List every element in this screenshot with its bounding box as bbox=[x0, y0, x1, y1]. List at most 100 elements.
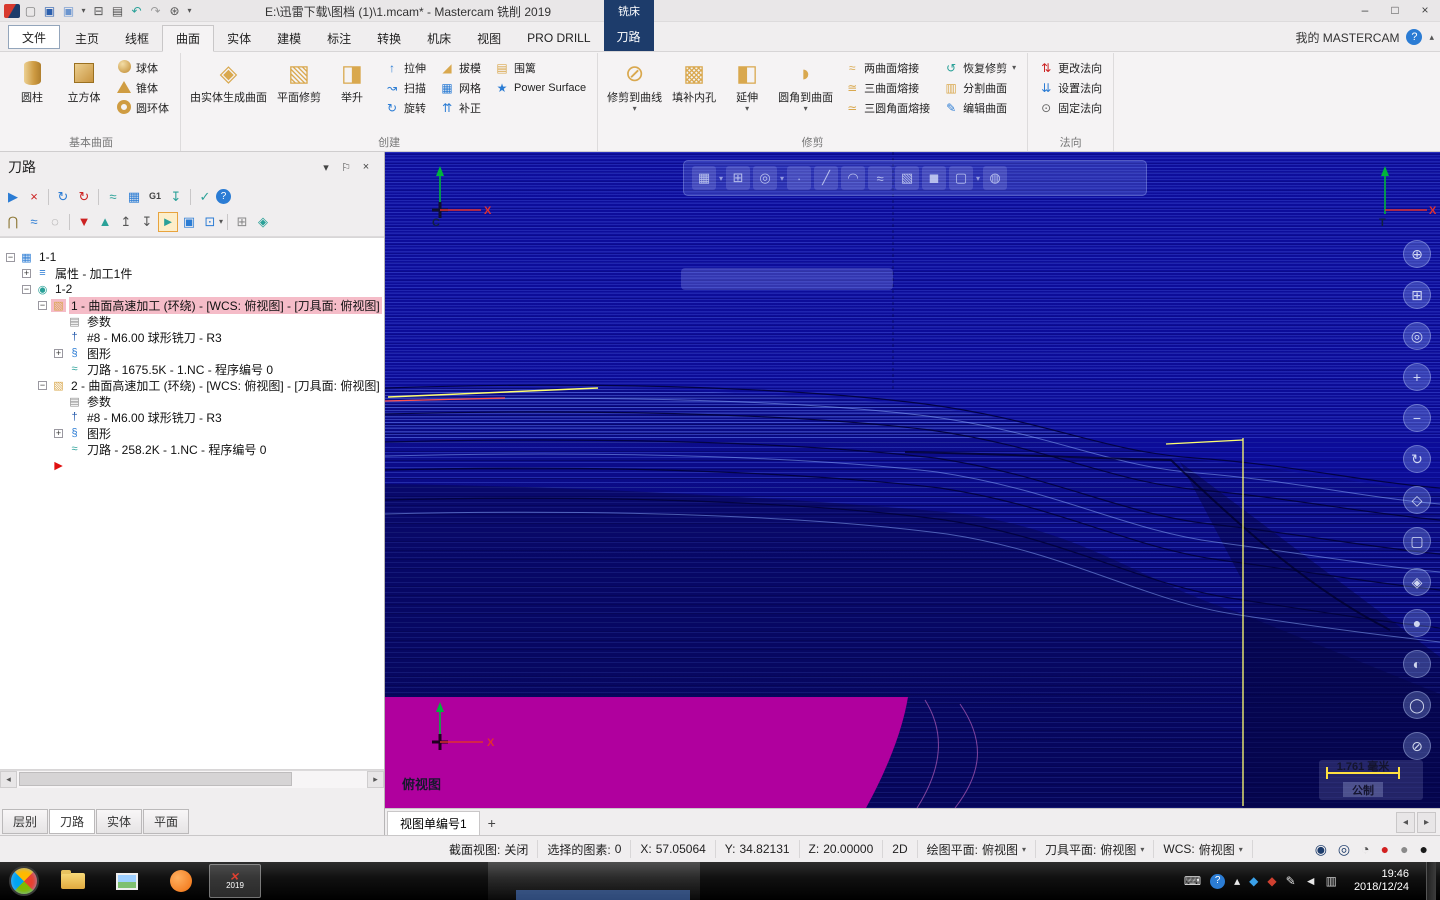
section-view-icon[interactable]: ⊘ bbox=[1403, 732, 1431, 760]
tab-solids[interactable]: 实体 bbox=[214, 25, 264, 51]
fence-button[interactable]: ▤ 围篱 bbox=[490, 58, 591, 78]
level-mask-icon[interactable]: ▢ bbox=[949, 166, 974, 190]
tree-item[interactable]: + § 图形 bbox=[0, 345, 384, 361]
tree-item[interactable]: † #8 - M6.00 球形铣刀 - R3 bbox=[0, 409, 384, 425]
tab-machine[interactable]: 机床 bbox=[414, 25, 464, 51]
sheet-prev-button[interactable]: ◂ bbox=[1396, 812, 1415, 833]
untrim-button[interactable]: ↺ 恢复修剪 ▾ bbox=[939, 58, 1021, 78]
panel-tab-solids[interactable]: 实体 bbox=[96, 809, 143, 834]
entity-select-icon[interactable]: ▦ bbox=[692, 166, 716, 190]
network-icon[interactable]: ▥ bbox=[1326, 875, 1337, 887]
tab-drafting[interactable]: 标注 bbox=[314, 25, 364, 51]
maximize-button[interactable]: □ bbox=[1380, 0, 1410, 20]
insert-position-icon[interactable]: ► bbox=[158, 211, 178, 232]
cone-button[interactable]: 锥体 bbox=[112, 78, 174, 98]
help-icon[interactable]: ? bbox=[1406, 29, 1423, 45]
toggle-toolpath-display-icon[interactable]: ≈ bbox=[24, 212, 44, 232]
planar-trim-button[interactable]: ▧ 平面修剪 bbox=[272, 53, 326, 133]
save-icon[interactable]: ▣ bbox=[41, 2, 58, 19]
plus-expander-icon[interactable]: + bbox=[22, 268, 31, 278]
move-down-icon[interactable]: ▼ bbox=[74, 212, 94, 232]
single-op-display-icon[interactable]: ⊞ bbox=[232, 212, 252, 232]
plane-mask-icon[interactable]: ⊞ bbox=[726, 166, 751, 190]
torus-button[interactable]: 圆环体 bbox=[112, 98, 174, 118]
panel-tab-planes[interactable]: 平面 bbox=[143, 809, 190, 834]
draft-button[interactable]: ◢ 拔模 bbox=[435, 58, 486, 78]
select-mode-caret-icon[interactable]: ▾ bbox=[719, 174, 723, 183]
explorer-button[interactable] bbox=[47, 864, 99, 898]
move-up-icon[interactable]: ▲ bbox=[95, 212, 115, 232]
net-button[interactable]: ▦ 网格 bbox=[435, 78, 486, 98]
lock-icon[interactable]: ⋂ bbox=[3, 212, 23, 232]
redo-icon[interactable]: ↷ bbox=[147, 2, 164, 19]
new-file-icon[interactable]: ▢ bbox=[22, 2, 39, 19]
status-selected-entities[interactable]: 选择的图素: 0 bbox=[538, 840, 632, 858]
status-mode-2d3d[interactable]: 2D bbox=[883, 840, 918, 858]
minus-expander-icon[interactable]: − bbox=[38, 300, 47, 310]
record-indicator-icon[interactable]: ● bbox=[1381, 842, 1389, 856]
tree-item[interactable]: − ▧ 1 - 曲面高速加工 (环绕) - [WCS: 俯视图] - [刀具面: 俯… bbox=[0, 296, 384, 314]
graphics-viewport[interactable]: X C X T X 1.761 毫米 公制 ▦ ▾ ⊞ ◎ ▾ ∙ ╱ ◠ ≈ … bbox=[385, 152, 1440, 808]
power-surface-button[interactable]: ★ Power Surface bbox=[490, 78, 591, 98]
panel-tab-levels[interactable]: 层别 bbox=[2, 809, 49, 834]
change-normal-button[interactable]: ⇅ 更改法向 bbox=[1034, 58, 1107, 78]
taskbar-clock[interactable]: 19:46 2018/12/24 bbox=[1346, 868, 1417, 894]
mask-caret-icon[interactable]: ▾ bbox=[780, 174, 784, 183]
sync-app-icon[interactable]: ◆ bbox=[1249, 875, 1258, 887]
point-mask-icon[interactable]: ∙ bbox=[787, 166, 812, 190]
tab-home[interactable]: 主页 bbox=[62, 25, 112, 51]
dynamic-rotate-icon[interactable]: ↻ bbox=[1403, 445, 1431, 473]
fix-normal-button[interactable]: ⊙ 固定法向 bbox=[1034, 98, 1107, 118]
customize-icon[interactable]: ⊛ bbox=[166, 2, 183, 19]
associative-display-icon[interactable]: ◈ bbox=[253, 212, 273, 232]
quick-access-menu-caret-icon[interactable]: ▾ bbox=[185, 6, 194, 15]
status-cplane[interactable]: 绘图平面: 俯视图 ▾ bbox=[918, 840, 1036, 858]
touch-keyboard-icon[interactable]: ⌨ bbox=[1184, 875, 1201, 887]
account-label[interactable]: 我的 MASTERCAM bbox=[1295, 29, 1399, 46]
scroll-left-button[interactable]: ◂ bbox=[0, 770, 17, 788]
viewsheet-tab[interactable]: 视图单编号1 bbox=[387, 811, 480, 835]
save-as-icon[interactable]: ▣ bbox=[60, 2, 77, 19]
two-surface-blend-button[interactable]: ≈ 两曲面熔接 bbox=[840, 58, 935, 78]
status-section-view[interactable]: 截面视图: 关闭 bbox=[440, 840, 539, 858]
block-button[interactable]: 立方体 bbox=[58, 53, 110, 133]
tree-item[interactable]: ≈ 刀路 - 258.2K - 1.NC - 程序编号 0 bbox=[0, 441, 384, 457]
select-all-operations-icon[interactable]: ▶ bbox=[3, 187, 23, 207]
extrude-button[interactable]: ↑ 拉伸 bbox=[380, 58, 431, 78]
tree-item[interactable]: ≈ 刀路 - 1675.5K - 1.NC - 程序编号 0 bbox=[0, 361, 384, 377]
scroll-display-icon[interactable]: ▣ bbox=[179, 212, 199, 232]
show-desktop-button[interactable] bbox=[1426, 862, 1436, 900]
minus-expander-icon[interactable]: − bbox=[6, 252, 15, 262]
security-app-icon[interactable]: ◆ bbox=[1267, 875, 1276, 887]
close-panel-icon[interactable]: × bbox=[356, 161, 376, 174]
fill-holes-button[interactable]: ▩ 填补内孔 bbox=[667, 53, 721, 133]
show-hidden-icons[interactable]: ▴ bbox=[1234, 875, 1240, 887]
surface-mask-icon[interactable]: ▧ bbox=[895, 166, 920, 190]
zoom-target-icon[interactable]: ◎ bbox=[1403, 322, 1431, 350]
status-tplane[interactable]: 刀具平面: 俯视图 ▾ bbox=[1036, 840, 1155, 858]
spline-mask-icon[interactable]: ≈ bbox=[868, 166, 893, 190]
toggle-all-toolpath-display-icon[interactable]: ◌ bbox=[45, 212, 65, 232]
photo-viewer-button[interactable] bbox=[101, 864, 153, 898]
arc-mask-icon[interactable]: ◠ bbox=[841, 166, 866, 190]
status-coord-z[interactable]: Z: 20.00000 bbox=[800, 840, 884, 858]
add-viewsheet-button[interactable]: + bbox=[480, 811, 504, 835]
three-surface-blend-button[interactable]: ≅ 三曲面熔接 bbox=[840, 78, 935, 98]
tab-transform[interactable]: 转换 bbox=[364, 25, 414, 51]
tab-wireframe[interactable]: 线框 bbox=[112, 25, 162, 51]
planes-globe-icon[interactable]: ◎ bbox=[1338, 842, 1350, 856]
close-button[interactable]: × bbox=[1410, 0, 1440, 20]
tree-item[interactable]: ► bbox=[0, 457, 384, 473]
top-view-icon[interactable]: ▢ bbox=[1403, 527, 1431, 555]
section-sphere-icon[interactable]: ◔ bbox=[1361, 842, 1369, 856]
sphere-gray-icon[interactable]: ● bbox=[1400, 842, 1408, 856]
three-fillet-blend-button[interactable]: ≃ 三圆角面熔接 bbox=[840, 98, 935, 118]
line-mask-icon[interactable]: ╱ bbox=[814, 166, 839, 190]
print-preview-icon[interactable]: ▤ bbox=[109, 2, 126, 19]
zoom-out-icon[interactable]: − bbox=[1403, 404, 1431, 432]
sheet-next-button[interactable]: ▸ bbox=[1417, 812, 1436, 833]
backplot-icon[interactable]: ≈ bbox=[103, 187, 123, 207]
solid-mask-icon[interactable]: ◼ bbox=[922, 166, 947, 190]
highfeed-icon[interactable]: ✓ bbox=[195, 187, 215, 207]
gview-globe-icon[interactable]: ◉ bbox=[1315, 842, 1327, 856]
